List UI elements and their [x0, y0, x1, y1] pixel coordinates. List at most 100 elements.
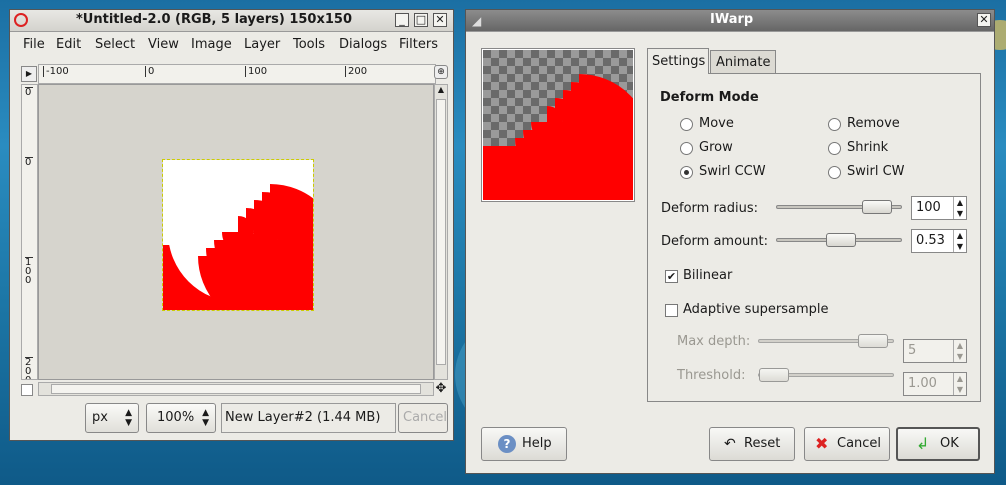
status-cancel-label: Cancel — [403, 410, 448, 425]
tab-animate[interactable]: Animate — [710, 50, 776, 74]
ruler-left-label: 0 — [25, 87, 33, 98]
vertical-scroll-thumb[interactable] — [436, 99, 446, 365]
iwarp-title: IWarp — [710, 12, 754, 27]
ok-button[interactable]: ↲ OK — [896, 427, 980, 461]
horizontal-scroll-thumb[interactable] — [51, 384, 421, 394]
menu-edit[interactable]: Edit — [56, 37, 81, 52]
adaptive-supersample-checkbox[interactable] — [665, 304, 678, 317]
reset-label: Reset — [744, 436, 781, 451]
close-button[interactable]: ✕ — [433, 13, 447, 27]
ruler-top-label: -100 — [43, 66, 69, 77]
unit-value: px — [92, 410, 108, 425]
dialog-menu-icon[interactable]: ◢ — [472, 14, 481, 28]
zoom-icon[interactable]: ⊕ — [434, 65, 448, 79]
menu-filters[interactable]: Filters — [399, 37, 438, 52]
iwarp-titlebar[interactable]: ◢ IWarp ✕ — [466, 10, 994, 32]
radio-shrink-label[interactable]: Shrink — [847, 140, 888, 155]
zoom-value: 100% — [157, 410, 195, 425]
deform-amount-thumb[interactable] — [826, 233, 856, 247]
image-canvas[interactable] — [162, 159, 342, 328]
radio-swirl-ccw-label[interactable]: Swirl CCW — [699, 164, 766, 179]
menu-dialogs[interactable]: Dialogs — [339, 37, 387, 52]
radio-move[interactable] — [680, 118, 693, 131]
scroll-up-arrow[interactable]: ▲ — [435, 85, 447, 97]
deform-radius-value: 100 — [916, 200, 941, 215]
status-layer-info: New Layer#2 (1.44 MB) — [221, 403, 396, 433]
radio-swirl-cw-label[interactable]: Swirl CW — [847, 164, 905, 179]
ruler-top-label: 0 — [145, 66, 154, 77]
reset-icon: ↶ — [724, 436, 736, 452]
spiral-image — [163, 162, 342, 328]
image-window-titlebar[interactable]: *Untitled-2.0 (RGB, 5 layers) 150x150 _ … — [10, 10, 453, 32]
cancel-button[interactable]: ✖ Cancel — [804, 427, 890, 461]
deform-amount-slider[interactable] — [776, 233, 902, 247]
deform-amount-value: 0.53 — [916, 233, 945, 248]
vertical-scrollbar[interactable]: ▲ — [434, 84, 448, 380]
threshold-value: 1.00 — [908, 376, 937, 391]
image-window-title: *Untitled-2.0 (RGB, 5 layers) 150x150 — [76, 12, 352, 27]
menu-bar: File Edit Select View Image Layer Tools Dialogs… — [10, 32, 453, 58]
iwarp-dialog: ◢ IWarp ✕ Settings Animate Deform Mode M… — [465, 9, 995, 474]
menu-view[interactable]: View — [148, 37, 179, 52]
canvas-area[interactable] — [38, 84, 434, 380]
status-cancel-button[interactable]: Cancel — [398, 403, 448, 433]
unit-select[interactable]: px ▲ ▼ — [85, 403, 139, 433]
spin-arrows-icon[interactable]: ▲ ▼ — [953, 197, 966, 219]
close-button[interactable]: ✕ — [977, 13, 991, 27]
ruler-left-label: 100 — [25, 257, 33, 286]
radio-shrink[interactable] — [828, 142, 841, 155]
ruler-left-label: 200 — [25, 357, 33, 379]
tab-settings[interactable]: Settings — [647, 48, 709, 74]
deform-radius-label: Deform radius: — [661, 201, 759, 216]
spin-arrows-icon[interactable]: ▲ ▼ — [953, 230, 966, 252]
menu-tools[interactable]: Tools — [293, 37, 325, 52]
radio-remove-label[interactable]: Remove — [847, 116, 900, 131]
menu-select[interactable]: Select — [95, 37, 135, 52]
preview-image[interactable] — [483, 50, 651, 218]
radio-move-label[interactable]: Move — [699, 116, 734, 131]
ruler-top-label: 100 — [245, 66, 267, 77]
deform-radius-spinbox[interactable]: 100 ▲ ▼ — [911, 196, 967, 220]
help-label: Help — [522, 436, 552, 451]
threshold-slider — [758, 368, 894, 382]
help-button[interactable]: ? Help — [481, 427, 567, 461]
menu-file[interactable]: File — [23, 37, 45, 52]
radio-remove[interactable] — [828, 118, 841, 131]
zoom-select[interactable]: 100% ▲ ▼ — [146, 403, 216, 433]
ok-label: OK — [940, 436, 959, 451]
max-depth-slider — [758, 334, 894, 348]
bilinear-label[interactable]: Bilinear — [683, 268, 732, 283]
radio-swirl-cw[interactable] — [828, 166, 841, 179]
radio-grow-label[interactable]: Grow — [699, 140, 733, 155]
bilinear-checkbox[interactable]: ✔ — [665, 270, 678, 283]
ruler-corner-button[interactable]: ▶ — [21, 66, 37, 82]
radio-grow[interactable] — [680, 142, 693, 155]
navigate-icon[interactable]: ✥ — [434, 382, 448, 396]
adaptive-supersample-label[interactable]: Adaptive supersample — [683, 302, 829, 317]
minimize-button[interactable]: _ — [395, 13, 409, 27]
cancel-label: Cancel — [837, 436, 882, 451]
tab-animate-label: Animate — [716, 55, 771, 70]
reset-button[interactable]: ↶ Reset — [709, 427, 795, 461]
ruler-left-label: 0 — [25, 157, 33, 168]
tab-settings-label: Settings — [652, 54, 706, 69]
menu-layer[interactable]: Layer — [244, 37, 280, 52]
deform-radius-slider[interactable] — [776, 200, 902, 214]
max-depth-value: 5 — [908, 343, 917, 358]
radio-swirl-ccw[interactable] — [680, 166, 693, 179]
deform-radius-thumb[interactable] — [862, 200, 892, 214]
threshold-label: Threshold: — [677, 368, 746, 383]
horizontal-scrollbar[interactable] — [38, 382, 434, 396]
spin-arrows-icon: ▲ ▼ — [953, 340, 966, 362]
deform-amount-label: Deform amount: — [661, 234, 768, 249]
layer-info-text: New Layer#2 (1.44 MB) — [225, 410, 381, 425]
max-depth-label: Max depth: — [677, 334, 751, 349]
deform-mode-heading: Deform Mode — [660, 90, 759, 105]
quickmask-toggle[interactable] — [21, 384, 33, 396]
ruler-left: 0 0 100 200 — [21, 84, 38, 380]
chevron-updown-icon: ▲ ▼ — [125, 408, 132, 428]
menu-image[interactable]: Image — [191, 37, 232, 52]
maximize-button[interactable]: □ — [414, 13, 428, 27]
ruler-top-label: 200 — [345, 66, 367, 77]
deform-amount-spinbox[interactable]: 0.53 ▲ ▼ — [911, 229, 967, 253]
